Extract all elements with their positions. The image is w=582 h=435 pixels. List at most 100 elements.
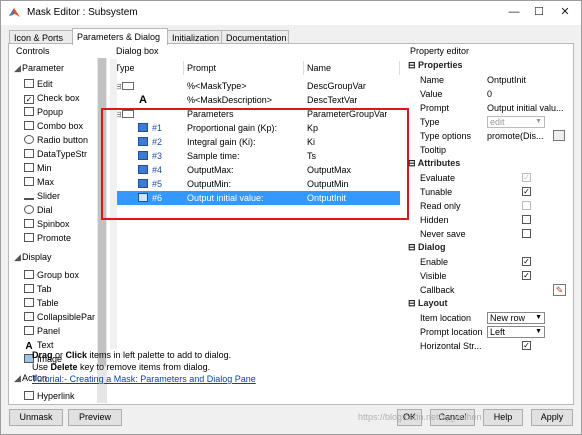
palette-slider[interactable]: Slider xyxy=(24,190,60,203)
palette-popup[interactable]: Popup xyxy=(24,106,63,119)
type-select[interactable]: edit ▼ xyxy=(487,116,545,128)
controls-scroll-thumb[interactable] xyxy=(98,58,106,366)
palette-check-box[interactable]: ✓ Check box xyxy=(24,92,80,105)
prompt-location-select[interactable]: Left ▼ xyxy=(487,326,545,338)
palette-dial[interactable]: Dial xyxy=(24,204,53,217)
row-prompt: %<MaskType> xyxy=(187,81,247,91)
display-section-header[interactable]: ◢Display xyxy=(14,252,52,263)
horizontal-stretch-checkbox[interactable]: ✓ xyxy=(522,341,531,350)
palette-item-label: Edit xyxy=(37,79,53,89)
hint-text: items in left palette to add to dialog. xyxy=(87,350,232,360)
minimize-button[interactable]: — xyxy=(502,3,526,21)
apply-button[interactable]: Apply xyxy=(531,409,573,426)
palette-collapsible-panel[interactable]: CollapsiblePar xyxy=(24,311,95,324)
palette-radio-button[interactable]: Radio button xyxy=(24,134,88,147)
hidden-checkbox[interactable] xyxy=(522,215,531,224)
layout-item-location: Item location New row ▼ xyxy=(420,311,572,325)
table-row[interactable]: #1 Proportional gain (Kp): Kp xyxy=(112,121,400,135)
palette-item-label: Dial xyxy=(37,205,53,215)
column-header-name[interactable]: Name xyxy=(304,61,400,75)
pencil-icon[interactable]: ✎ xyxy=(553,284,566,296)
hint-click: Click xyxy=(65,350,88,360)
help-button[interactable]: Help xyxy=(483,409,523,426)
row-type: #6 xyxy=(152,193,163,203)
maximize-button[interactable]: ☐ xyxy=(527,3,551,21)
name-field[interactable]: OntputInit xyxy=(487,73,567,87)
table-row[interactable]: ⊟ %<MaskType> DescGroupVar xyxy=(112,79,400,93)
palette-item-label: Hyperlink xyxy=(37,391,75,401)
attr-never-save: Never save xyxy=(420,227,572,241)
row-name: DescGroupVar xyxy=(307,81,366,91)
tab-icon-ports[interactable]: Icon & Ports xyxy=(9,30,73,44)
tab-parameters-dialog[interactable]: Parameters & Dialog xyxy=(72,28,168,45)
group-dialog[interactable]: ⊟ Dialog xyxy=(408,242,446,253)
table-row[interactable]: #4 OutputMax: OutputMax xyxy=(112,163,400,177)
dial-icon xyxy=(24,205,34,214)
never-save-checkbox[interactable] xyxy=(522,229,531,238)
row-name: ParameterGroupVar xyxy=(307,109,388,119)
preview-button[interactable]: Preview xyxy=(68,409,122,426)
read-only-checkbox[interactable] xyxy=(522,201,531,210)
prompt-field[interactable]: Output initial valu... xyxy=(487,101,567,115)
palette-item-label: Promote xyxy=(37,233,72,243)
panel-icon xyxy=(24,326,34,335)
palette-edit[interactable]: Edit xyxy=(24,78,53,91)
edit-options-icon[interactable] xyxy=(553,130,565,141)
palette-panel[interactable]: Panel xyxy=(24,325,60,338)
row-type: #4 xyxy=(152,165,163,175)
unmask-button[interactable]: Unmask xyxy=(9,409,63,426)
title-bar: Mask Editor : Subsystem — ☐ ✕ xyxy=(1,1,581,25)
group-attributes[interactable]: ⊟ Attributes xyxy=(408,158,460,169)
palette-item-label: Tab xyxy=(37,284,52,294)
checkbox-icon: ✓ xyxy=(24,95,34,104)
table-row-selected[interactable]: #6 Output initial value: OntputInit xyxy=(112,191,400,205)
palette-promote[interactable]: Promote xyxy=(24,232,71,245)
parameter-section-header[interactable]: ◢Parameter xyxy=(14,63,64,74)
palette-table[interactable]: Table xyxy=(24,297,59,310)
visible-checkbox[interactable]: ✓ xyxy=(522,271,531,280)
chevron-down-icon: ▼ xyxy=(535,328,542,335)
palette-datatypestr[interactable]: DataTypeStr xyxy=(24,148,87,161)
combo-box-icon xyxy=(24,121,34,130)
hint-text: key to remove items from dialog. xyxy=(77,362,211,372)
parameter-icon xyxy=(138,177,151,191)
group-box-icon xyxy=(24,270,34,279)
tutorial-link[interactable]: Tutorial:- Creating a Mask: Parameters a… xyxy=(32,374,256,384)
enable-checkbox[interactable]: ✓ xyxy=(522,257,531,266)
palette-spinbox[interactable]: Spinbox xyxy=(24,218,70,231)
parameter-icon xyxy=(138,149,151,163)
dialog-tree-scrollbar[interactable] xyxy=(110,59,117,349)
row-prompt: Integral gain (Ki): xyxy=(187,137,256,147)
collapse-icon: ◢ xyxy=(14,373,21,383)
close-button[interactable]: ✕ xyxy=(553,3,577,21)
tunable-checkbox[interactable]: ✓ xyxy=(522,187,531,196)
promote-icon xyxy=(24,233,34,242)
hint-text: Use xyxy=(32,362,51,372)
table-row[interactable]: #2 Integral gain (Ki): Ki xyxy=(112,135,400,149)
group-layout[interactable]: ⊟ Layout xyxy=(408,298,448,309)
palette-tab[interactable]: Tab xyxy=(24,283,52,296)
table-row[interactable]: #5 OutputMin: OutputMin xyxy=(112,177,400,191)
table-row[interactable]: #3 Sample time: Ts xyxy=(112,149,400,163)
tab-initialization[interactable]: Initialization xyxy=(167,30,222,44)
type-options-field[interactable]: promote(Dis... xyxy=(487,129,551,143)
palette-hyperlink[interactable]: Hyperlink xyxy=(24,390,75,403)
table-row[interactable]: ⊟ Parameters ParameterGroupVar xyxy=(112,107,400,121)
tab-documentation[interactable]: Documentation xyxy=(221,30,289,44)
palette-min[interactable]: Min xyxy=(24,162,52,175)
evaluate-checkbox[interactable]: ✓ xyxy=(522,173,531,182)
row-prompt: Proportional gain (Kp): xyxy=(187,123,278,133)
table-row[interactable]: A %<MaskDescription> DescTextVar xyxy=(112,93,400,107)
row-name: OntputInit xyxy=(307,193,347,203)
value-field[interactable]: 0 xyxy=(487,87,567,101)
palette-group-box[interactable]: Group box xyxy=(24,269,79,282)
column-header-type[interactable]: Type xyxy=(112,61,184,75)
group-properties[interactable]: ⊟ Properties xyxy=(408,60,463,71)
window-title: Mask Editor : Subsystem xyxy=(27,7,138,18)
item-location-select[interactable]: New row ▼ xyxy=(487,312,545,324)
palette-combo-box[interactable]: Combo box xyxy=(24,120,83,133)
min-icon xyxy=(24,163,34,172)
palette-max[interactable]: Max xyxy=(24,176,54,189)
parameter-section-label: Parameter xyxy=(22,63,65,73)
column-header-prompt[interactable]: Prompt xyxy=(184,61,304,75)
